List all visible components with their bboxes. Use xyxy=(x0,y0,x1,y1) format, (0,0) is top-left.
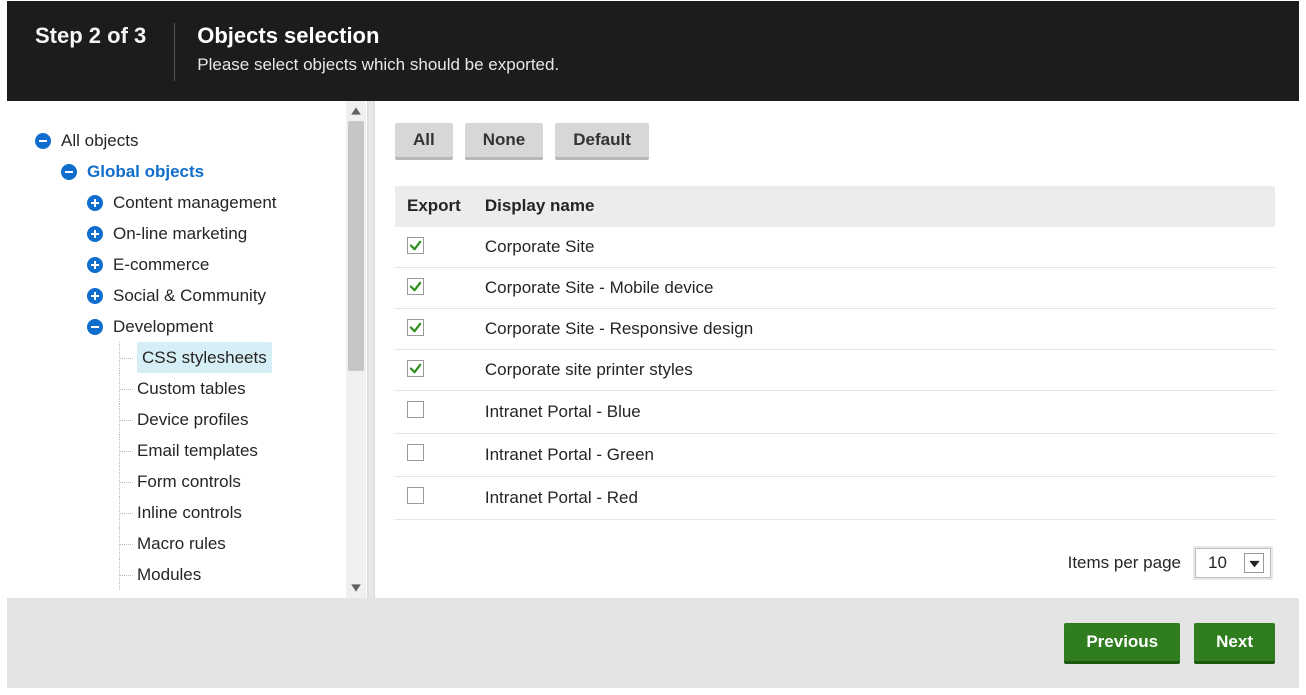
tree-leaf[interactable]: Macro rules xyxy=(113,528,366,559)
tree-label: All objects xyxy=(61,125,138,156)
display-name-cell: Intranet Portal - Blue xyxy=(473,391,1275,434)
display-name-cell: Corporate Site - Responsive design xyxy=(473,309,1275,350)
tree-node[interactable]: On-line marketing xyxy=(87,218,366,249)
tree-scrollbar[interactable] xyxy=(346,101,366,598)
tree-node-global-objects[interactable]: Global objects xyxy=(61,156,366,187)
tree-label: Global objects xyxy=(87,156,204,187)
tree-leaf[interactable]: Custom tables xyxy=(113,373,366,404)
export-checkbox[interactable] xyxy=(407,237,424,254)
tree-connector-icon xyxy=(113,373,137,404)
scroll-thumb[interactable] xyxy=(348,121,364,371)
scroll-down-icon[interactable] xyxy=(346,578,366,598)
step-indicator: Step 2 of 3 xyxy=(35,23,146,49)
tree-label: Custom tables xyxy=(137,373,246,404)
display-name-cell: Corporate Site xyxy=(473,227,1275,268)
tree-connector-icon xyxy=(113,497,137,528)
tree-label: Device profiles xyxy=(137,404,249,435)
tree-leaf[interactable]: Device profiles xyxy=(113,404,366,435)
tree-label: Form controls xyxy=(137,466,241,497)
tree-label: CSS stylesheets xyxy=(137,342,272,373)
tree-label: Email templates xyxy=(137,435,258,466)
table-row: Intranet Portal - Red xyxy=(395,477,1275,520)
page-subtitle: Please select objects which should be ex… xyxy=(197,55,559,75)
tree-connector-icon xyxy=(113,466,137,497)
export-checkbox[interactable] xyxy=(407,487,424,504)
tree-label: Inline controls xyxy=(137,497,242,528)
tree-label: Modules xyxy=(137,559,201,590)
table-row: Corporate Site - Responsive design xyxy=(395,309,1275,350)
previous-button[interactable]: Previous xyxy=(1064,623,1180,664)
wizard-footer: Previous Next xyxy=(7,598,1299,688)
tree-node[interactable]: Content management xyxy=(87,187,366,218)
display-name-cell: Corporate Site - Mobile device xyxy=(473,268,1275,309)
collapse-icon[interactable] xyxy=(61,164,77,180)
export-checkbox[interactable] xyxy=(407,278,424,295)
collapse-icon[interactable] xyxy=(35,133,51,149)
export-checkbox[interactable] xyxy=(407,360,424,377)
tree-label: On-line marketing xyxy=(113,218,247,249)
tree-connector-icon xyxy=(113,342,137,373)
col-display-name: Display name xyxy=(473,186,1275,227)
expand-icon[interactable] xyxy=(87,226,103,242)
wizard-header: Step 2 of 3 Objects selection Please sel… xyxy=(7,1,1299,101)
tree-label: Macro rules xyxy=(137,528,226,559)
table-row: Intranet Portal - Green xyxy=(395,434,1275,477)
items-per-page-value: 10 xyxy=(1208,553,1236,573)
table-row: Corporate site printer styles xyxy=(395,350,1275,391)
collapse-icon[interactable] xyxy=(87,319,103,335)
tree-leaf[interactable]: Inline controls xyxy=(113,497,366,528)
tree-leaf[interactable]: Email templates xyxy=(113,435,366,466)
tree-leaf[interactable]: CSS stylesheets xyxy=(113,342,366,373)
display-name-cell: Intranet Portal - Red xyxy=(473,477,1275,520)
tree-connector-icon xyxy=(113,404,137,435)
export-checkbox[interactable] xyxy=(407,444,424,461)
tree-connector-icon xyxy=(113,435,137,466)
tree-label: Development xyxy=(113,311,213,342)
tree-label: E-commerce xyxy=(113,249,209,280)
chevron-down-icon xyxy=(1244,553,1264,573)
export-checkbox[interactable] xyxy=(407,319,424,336)
tree-node[interactable]: E-commerce xyxy=(87,249,366,280)
next-button[interactable]: Next xyxy=(1194,623,1275,664)
select-all-button[interactable]: All xyxy=(395,123,453,160)
display-name-cell: Corporate site printer styles xyxy=(473,350,1275,391)
objects-table: Export Display name Corporate SiteCorpor… xyxy=(395,186,1275,520)
display-name-cell: Intranet Portal - Green xyxy=(473,434,1275,477)
expand-icon[interactable] xyxy=(87,195,103,211)
panel-splitter[interactable] xyxy=(367,101,375,598)
items-per-page-select[interactable]: 10 xyxy=(1195,548,1271,578)
tree-label: Social & Community xyxy=(113,280,266,311)
scroll-up-icon[interactable] xyxy=(346,101,366,121)
tree-node-all-objects[interactable]: All objects xyxy=(35,125,366,156)
table-row: Intranet Portal - Blue xyxy=(395,391,1275,434)
page-title: Objects selection xyxy=(197,23,559,49)
tree-leaf[interactable]: Modules xyxy=(113,559,366,590)
items-per-page-label: Items per page xyxy=(1068,553,1181,573)
col-export: Export xyxy=(395,186,473,227)
expand-icon[interactable] xyxy=(87,257,103,273)
expand-icon[interactable] xyxy=(87,288,103,304)
tree-connector-icon xyxy=(113,559,137,590)
tree-connector-icon xyxy=(113,528,137,559)
tree-leaf[interactable]: Form controls xyxy=(113,466,366,497)
tree-label: Content management xyxy=(113,187,277,218)
table-row: Corporate Site - Mobile device xyxy=(395,268,1275,309)
object-tree-panel: All objects Global objects Conte xyxy=(7,101,367,598)
tree-node[interactable]: Social & Community xyxy=(87,280,366,311)
selection-toolbar: All None Default xyxy=(395,123,1275,160)
select-default-button[interactable]: Default xyxy=(555,123,649,160)
tree-node-development[interactable]: Development xyxy=(87,311,366,342)
table-row: Corporate Site xyxy=(395,227,1275,268)
select-none-button[interactable]: None xyxy=(465,123,544,160)
export-checkbox[interactable] xyxy=(407,401,424,418)
